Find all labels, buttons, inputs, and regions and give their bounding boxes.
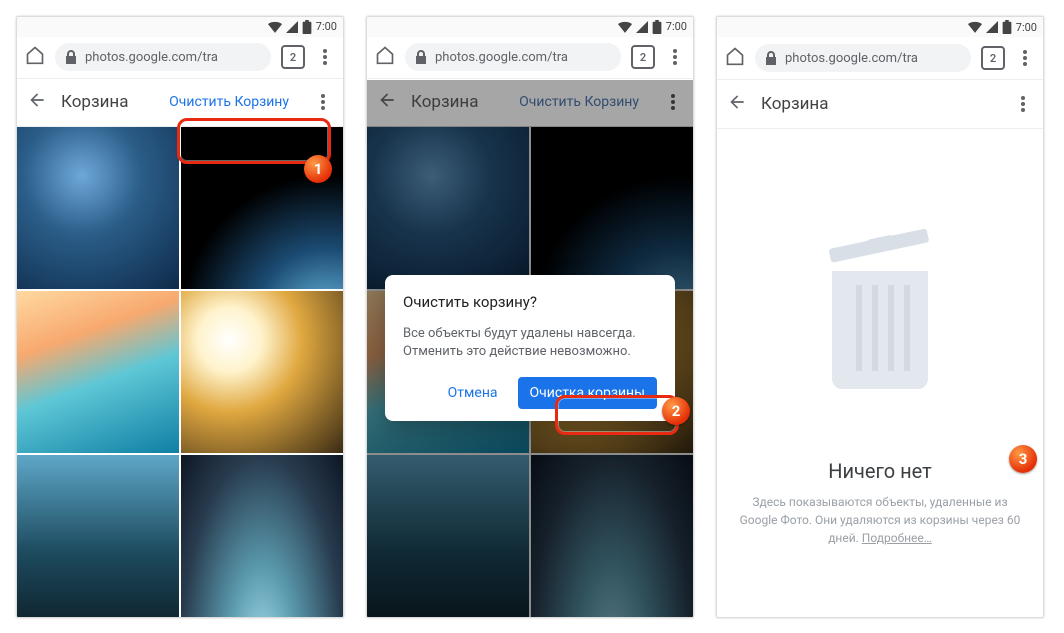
learn-more-link[interactable]: Подробнее… bbox=[862, 531, 932, 545]
photo-thumbnail[interactable] bbox=[17, 455, 179, 617]
battery-icon bbox=[1002, 20, 1012, 34]
back-button bbox=[377, 90, 397, 114]
photos-trash-app-bar: Корзина Очистить Корзину bbox=[17, 79, 343, 127]
empty-description: Здесь показываются объекты, удаленные из… bbox=[717, 493, 1043, 547]
empty-title: Ничего нет bbox=[828, 459, 932, 483]
photo-thumbnail bbox=[367, 127, 529, 289]
lock-icon bbox=[765, 51, 777, 65]
dialog-actions: Отмена Очистка корзины bbox=[403, 377, 657, 409]
dialog-body: Все объекты будут удалены навсегда. Отме… bbox=[403, 325, 657, 361]
photo-thumbnail bbox=[367, 455, 529, 617]
status-time: 7:00 bbox=[1016, 21, 1037, 34]
empty-trash-state: Ничего нет Здесь показываются объекты, у… bbox=[717, 129, 1043, 617]
page-title: Корзина bbox=[761, 94, 828, 114]
chrome-menu-icon[interactable] bbox=[1015, 50, 1035, 66]
chrome-omnibar: photos.google.com/tra 2 bbox=[367, 37, 693, 79]
tab-switcher[interactable]: 2 bbox=[981, 46, 1005, 70]
signal-icon bbox=[986, 21, 998, 33]
android-status-bar: 7:00 bbox=[717, 17, 1043, 37]
android-status-bar: 7:00 bbox=[17, 17, 343, 37]
wifi-icon bbox=[268, 21, 282, 33]
tab-switcher[interactable]: 2 bbox=[631, 45, 655, 69]
dialog-title: Очистить корзину? bbox=[403, 293, 657, 311]
address-bar[interactable]: photos.google.com/tra bbox=[405, 43, 621, 71]
screenshot-step-2: 7:00 photos.google.com/tra 2 Корзина Очи… bbox=[366, 16, 694, 618]
url-text: photos.google.com/tra bbox=[85, 50, 218, 65]
trash-thumbnail-grid bbox=[17, 127, 343, 617]
photos-trash-app-bar: Корзина bbox=[717, 80, 1043, 129]
app-menu-icon bbox=[663, 94, 683, 110]
chrome-menu-icon[interactable] bbox=[315, 49, 335, 65]
back-button[interactable] bbox=[727, 92, 747, 116]
home-icon[interactable] bbox=[25, 45, 45, 69]
app-menu-icon[interactable] bbox=[1013, 96, 1033, 112]
tab-switcher[interactable]: 2 bbox=[281, 45, 305, 69]
battery-icon bbox=[652, 20, 662, 34]
cancel-button[interactable]: Отмена bbox=[442, 379, 504, 407]
photo-thumbnail[interactable] bbox=[17, 291, 179, 453]
lock-icon bbox=[65, 50, 77, 64]
screenshot-step-3: 7:00 photos.google.com/tra 2 Корзина bbox=[716, 16, 1044, 618]
wifi-icon bbox=[618, 21, 632, 33]
back-button[interactable] bbox=[27, 90, 47, 114]
photo-thumbnail[interactable] bbox=[17, 127, 179, 289]
confirm-empty-button[interactable]: Очистка корзины bbox=[518, 377, 657, 409]
home-icon[interactable] bbox=[725, 46, 745, 70]
address-bar[interactable]: photos.google.com/tra bbox=[55, 43, 271, 71]
chrome-menu-icon[interactable] bbox=[665, 49, 685, 65]
photo-thumbnail bbox=[531, 127, 693, 289]
photos-trash-app-bar: Корзина Очистить Корзину bbox=[367, 79, 693, 127]
chrome-omnibar: photos.google.com/tra 2 bbox=[717, 37, 1043, 80]
photo-thumbnail[interactable] bbox=[181, 455, 343, 617]
app-menu-icon[interactable] bbox=[313, 94, 333, 110]
signal-icon bbox=[286, 21, 298, 33]
empty-trash-button[interactable]: Очистить Корзину bbox=[169, 94, 289, 110]
battery-icon bbox=[302, 20, 312, 34]
status-time: 7:00 bbox=[666, 20, 687, 33]
confirm-empty-trash-dialog: Очистить корзину? Все объекты будут удал… bbox=[385, 275, 675, 421]
page-title: Корзина bbox=[411, 92, 478, 112]
url-text: photos.google.com/tra bbox=[785, 51, 918, 66]
url-text: photos.google.com/tra bbox=[435, 50, 568, 65]
screenshot-step-1: 7:00 photos.google.com/tra 2 Корзина Очи… bbox=[16, 16, 344, 618]
photo-thumbnail[interactable] bbox=[181, 127, 343, 289]
android-status-bar: 7:00 bbox=[367, 17, 693, 37]
page-title: Корзина bbox=[61, 92, 128, 112]
chrome-omnibar: photos.google.com/tra 2 bbox=[17, 37, 343, 79]
address-bar[interactable]: photos.google.com/tra bbox=[755, 44, 971, 72]
photo-thumbnail bbox=[531, 455, 693, 617]
home-icon[interactable] bbox=[375, 45, 395, 69]
trash-can-icon bbox=[820, 249, 940, 399]
lock-icon bbox=[415, 50, 427, 64]
wifi-icon bbox=[968, 21, 982, 33]
empty-trash-button: Очистить Корзину bbox=[519, 94, 639, 110]
signal-icon bbox=[636, 21, 648, 33]
photo-thumbnail[interactable] bbox=[181, 291, 343, 453]
status-time: 7:00 bbox=[316, 20, 337, 33]
